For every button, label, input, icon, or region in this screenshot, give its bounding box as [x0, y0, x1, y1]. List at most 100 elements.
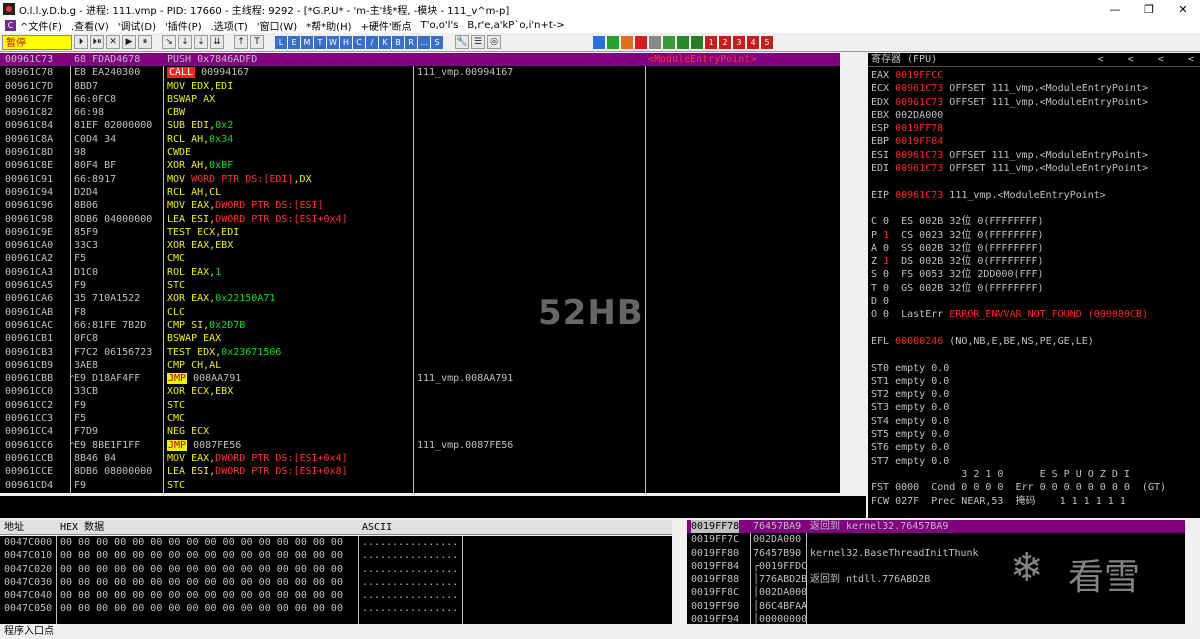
toolbar-button[interactable]: ✕: [106, 35, 120, 49]
close-button[interactable]: ✕: [1166, 3, 1200, 16]
disasm-row[interactable]: 00961C96 8B06 MOV EAX,DWORD PTR DS:[ESI]: [0, 199, 840, 212]
dump-pane[interactable]: 0047C000 00 00 00 00 00 00 00 00 00 00 00…: [0, 536, 672, 624]
register-row[interactable]: P 1 CS 0023 32位 0(FFFFFFFF): [868, 229, 1200, 242]
disasm-row[interactable]: 00961CC3 F5 CMC: [0, 412, 840, 425]
maximize-button[interactable]: ❐: [1132, 3, 1166, 16]
disasm-row[interactable]: 00961C78 E8 EA240300 CALL 00994167 111_vmp.…: [0, 66, 840, 79]
toolbar-button[interactable]: T: [250, 35, 264, 49]
disasm-row[interactable]: 00961C84 81EF 02000000 SUB EDI,0x2: [0, 119, 840, 132]
toolbar-window-button[interactable]: /: [366, 35, 378, 49]
toolbar-button[interactable]: ⏵: [74, 35, 88, 49]
stack-row[interactable]: 0019FF90 │86C4BFAA: [687, 600, 1185, 613]
menu-item[interactable]: B,r'e,a'kP`o,i'n+t->: [467, 20, 564, 31]
register-row[interactable]: ST4 empty 0.0: [868, 415, 1200, 428]
plugin-icon[interactable]: [607, 35, 619, 49]
toolbar-window-button[interactable]: E: [288, 35, 300, 49]
menu-item[interactable]: .选项(T): [211, 18, 248, 33]
disasm-row[interactable]: 00961C7F 66:0FC8 BSWAP AX: [0, 93, 840, 106]
register-row[interactable]: EAX 0019FFCC: [868, 69, 1200, 82]
stack-row[interactable]: 0019FF78 76457BA9 返回到 kernel32.76457BA9: [687, 520, 1185, 534]
disasm-scrollbar[interactable]: [840, 53, 866, 493]
menu-item[interactable]: '插件(P): [165, 18, 202, 33]
dump-row[interactable]: 0047C040 00 00 00 00 00 00 00 00 00 00 00…: [0, 589, 672, 602]
register-row[interactable]: EDX 00961C73 OFFSET 111_vmp.<ModuleEntry…: [868, 96, 1200, 109]
register-row[interactable]: EBX 002DA000: [868, 109, 1200, 122]
menu-item[interactable]: '窗口(W): [257, 18, 297, 33]
menu-item[interactable]: *帮*助(H): [306, 18, 351, 33]
dump-row[interactable]: 0047C020 00 00 00 00 00 00 00 00 00 00 00…: [0, 563, 672, 576]
register-row[interactable]: T 0 GS 002B 32位 0(FFFFFFFF): [868, 282, 1200, 295]
plugin-number-button[interactable]: 5: [761, 35, 773, 49]
toolbar-button[interactable]: ⇣: [194, 35, 208, 49]
disasm-row[interactable]: 00961C8D 98 CWDE: [0, 146, 840, 159]
toolbar-button[interactable]: ⏵⏸: [90, 35, 104, 49]
register-row[interactable]: C 0 ES 002B 32位 0(FFFFFFFF): [868, 215, 1200, 228]
plugin-number-button[interactable]: 4: [747, 35, 759, 49]
plugin-number-button[interactable]: 3: [733, 35, 745, 49]
register-row[interactable]: ST0 empty 0.0: [868, 362, 1200, 375]
register-row[interactable]: FST 0000 Cond 0 0 0 0 Err 0 0 0 0 0 0 0 …: [868, 481, 1200, 494]
toolbar-window-button[interactable]: B: [392, 35, 404, 49]
plugin-number-button[interactable]: 1: [705, 35, 717, 49]
disasm-row[interactable]: 00961CB1 0FC8 BSWAP EAX: [0, 332, 840, 345]
register-row[interactable]: ST3 empty 0.0: [868, 401, 1200, 414]
register-row[interactable]: ESI 00961C73 OFFSET 111_vmp.<ModuleEntry…: [868, 149, 1200, 162]
disasm-row[interactable]: 00961CA0 33C3 XOR EAX,EBX: [0, 239, 840, 252]
disasm-row[interactable]: 00961C7D 8BD7 MOV EDX,EDI: [0, 80, 840, 93]
disasm-row[interactable]: 00961CCB 8B46 04 MOV EAX,DWORD PTR DS:[ESI…: [0, 452, 840, 465]
register-row[interactable]: EBP 0019FF84: [868, 135, 1200, 148]
register-row[interactable]: ST2 empty 0.0: [868, 388, 1200, 401]
disasm-row[interactable]: 00961CA3 D1C0 ROL EAX,1: [0, 266, 840, 279]
dump-row[interactable]: 0047C050 00 00 00 00 00 00 00 00 00 00 00…: [0, 602, 672, 615]
plugin-icon[interactable]: [593, 35, 605, 49]
register-row[interactable]: ST1 empty 0.0: [868, 375, 1200, 388]
toolbar-window-button[interactable]: W: [327, 35, 339, 49]
register-row[interactable]: FCW 027F Prec NEAR,53 掩码 1 1 1 1 1 1: [868, 495, 1200, 508]
tool-icon[interactable]: ☰: [471, 35, 485, 49]
plugin-icon[interactable]: [677, 35, 689, 49]
register-row[interactable]: EIP 00961C73 111_vmp.<ModuleEntryPoint>: [868, 189, 1200, 202]
disasm-row[interactable]: 00961CC4 F7D9 NEG ECX: [0, 425, 840, 438]
register-row[interactable]: A 0 SS 002B 32位 0(FFFFFFFF): [868, 242, 1200, 255]
menu-item[interactable]: ^文件(F): [20, 18, 62, 33]
minimize-button[interactable]: —: [1098, 3, 1132, 16]
disasm-row[interactable]: 00961CD4 F9 STC: [0, 479, 840, 492]
disasm-row[interactable]: 00961CCE 8DB6 08000000 LEA ESI,DWORD PTR D…: [0, 465, 840, 478]
disasm-row[interactable]: 00961CAC 66:81FE 7B2D CMP SI,0x2D7B: [0, 319, 840, 332]
plugin-icon[interactable]: [621, 35, 633, 49]
plugin-icon[interactable]: [663, 35, 675, 49]
toolbar-window-button[interactable]: T: [314, 35, 326, 49]
toolbar-button[interactable]: ↓: [178, 35, 192, 49]
toolbar-window-button[interactable]: K: [379, 35, 391, 49]
menu-item[interactable]: .查看(V): [71, 18, 109, 33]
register-row[interactable]: EDI 00961C73 OFFSET 111_vmp.<ModuleEntry…: [868, 162, 1200, 175]
disassembly-pane[interactable]: 00961C73 68 FDAD4678 PUSH 0x7846ADFD <Modul…: [0, 53, 840, 493]
toolbar-window-button[interactable]: S: [431, 35, 443, 49]
register-row[interactable]: D 0: [868, 295, 1200, 308]
menu-item[interactable]: '调试(D): [118, 18, 156, 33]
stack-scrollbar[interactable]: [1185, 520, 1200, 624]
menu-item[interactable]: T'o,o'l's: [421, 20, 459, 31]
toolbar-window-button[interactable]: M: [301, 35, 313, 49]
disasm-row[interactable]: 00961C94 D2D4 RCL AH,CL: [0, 186, 840, 199]
disasm-row[interactable]: 00961CB9 3AE8 CMP CH,AL: [0, 359, 840, 372]
register-row[interactable]: S 0 FS 0053 32位 2DD000(FFF): [868, 268, 1200, 281]
disasm-row[interactable]: 00961CD5 F5 CMC: [0, 492, 840, 494]
disasm-row[interactable]: 00961CBB ^ E9 D18AF4FF JMP 008AA791 111_vmp.…: [0, 372, 840, 385]
register-row[interactable]: 3 2 1 0 E S P U O Z D I: [868, 468, 1200, 481]
disasm-row[interactable]: 00961C8A C0D4 34 RCL AH,0x34: [0, 133, 840, 146]
dump-row[interactable]: 0047C010 00 00 00 00 00 00 00 00 00 00 00…: [0, 549, 672, 562]
registers-nav-icons[interactable]: < < < <: [1098, 53, 1194, 66]
register-row[interactable]: ST5 empty 0.0: [868, 428, 1200, 441]
register-row[interactable]: EFL 00000246 (NO,NB,E,BE,NS,PE,GE,LE): [868, 335, 1200, 348]
toolbar-window-button[interactable]: R: [405, 35, 417, 49]
plugin-icon[interactable]: [691, 35, 703, 49]
toolbar-window-button[interactable]: C: [353, 35, 365, 49]
toolbar-button[interactable]: ⇊: [210, 35, 224, 49]
toolbar-button[interactable]: ▶: [122, 35, 136, 49]
plugin-icon[interactable]: [649, 35, 661, 49]
dump-row[interactable]: 0047C030 00 00 00 00 00 00 00 00 00 00 00…: [0, 576, 672, 589]
disasm-row[interactable]: 00961C73 68 FDAD4678 PUSH 0x7846ADFD <Modul…: [0, 53, 840, 67]
toolbar-window-button[interactable]: ...: [418, 35, 430, 49]
register-row[interactable]: ST6 empty 0.0: [868, 441, 1200, 454]
